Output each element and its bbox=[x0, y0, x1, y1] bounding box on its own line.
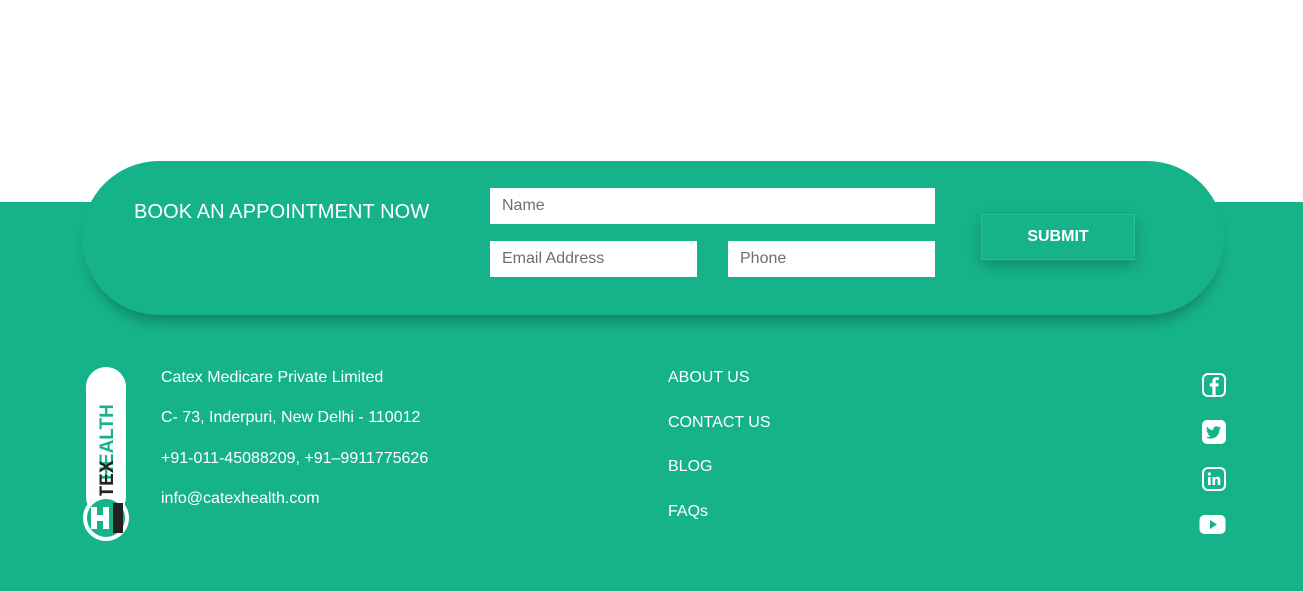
submit-button[interactable]: SUBMIT bbox=[981, 214, 1135, 260]
nav-about-us[interactable]: ABOUT US bbox=[668, 369, 750, 387]
nav-blog[interactable]: BLOG bbox=[668, 458, 712, 476]
booking-title: BOOK AN APPOINTMENT NOW bbox=[134, 201, 430, 223]
company-address: C- 73, Inderpuri, New Delhi - 110012 bbox=[161, 409, 421, 426]
company-name: Catex Medicare Private Limited bbox=[161, 369, 384, 386]
facebook-icon[interactable] bbox=[1202, 373, 1226, 397]
company-phones: +91-011-45088209, +91–9911775626 bbox=[161, 450, 429, 467]
phone-input[interactable] bbox=[728, 241, 935, 277]
page: BOOK AN APPOINTMENT NOW SUBMIT HEALTH CA… bbox=[0, 0, 1303, 591]
nav-faqs[interactable]: FAQs bbox=[668, 503, 708, 521]
company-email[interactable]: info@catexhealth.com bbox=[161, 490, 320, 508]
catex-health-logo[interactable]: HEALTH CATEX bbox=[82, 366, 130, 544]
youtube-icon[interactable] bbox=[1199, 514, 1226, 536]
linkedin-icon[interactable] bbox=[1202, 467, 1226, 491]
name-input[interactable] bbox=[490, 188, 935, 224]
twitter-icon[interactable] bbox=[1202, 420, 1226, 444]
nav-contact-us[interactable]: CONTACT US bbox=[668, 414, 771, 432]
email-input[interactable] bbox=[490, 241, 697, 277]
